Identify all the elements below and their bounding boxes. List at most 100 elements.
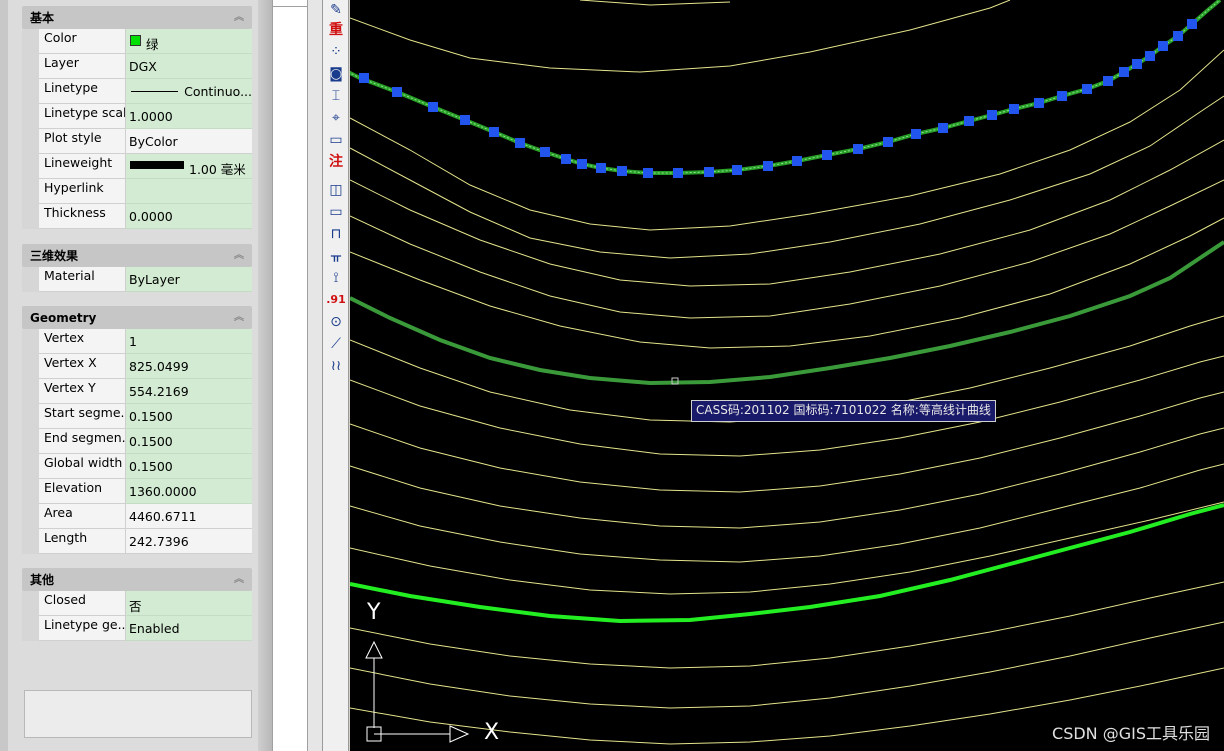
zhu-annotation-icon[interactable]: 注 — [325, 152, 347, 172]
vertex-grip[interactable] — [763, 161, 773, 171]
vertex-grip[interactable] — [987, 110, 997, 120]
hover-contour[interactable] — [350, 240, 1224, 386]
vertex-grip[interactable] — [732, 165, 742, 175]
vertex-grip[interactable] — [911, 129, 921, 139]
collapse-chevron-icon[interactable]: ︽ — [234, 12, 244, 23]
vertex-grip[interactable] — [853, 144, 863, 154]
pen-edit-icon[interactable]: ✎ — [325, 0, 347, 20]
property-row[interactable]: Global width 0.1500 — [22, 454, 252, 479]
property-row[interactable]: Linetype Continuo... — [22, 79, 252, 104]
section-header[interactable]: 其他 ︽ — [22, 568, 252, 591]
property-value[interactable]: 0.1500 — [126, 429, 252, 454]
vertex-grip[interactable] — [704, 167, 714, 177]
property-value[interactable]: 242.7396 — [126, 529, 252, 554]
circle-point-icon[interactable]: ⊙ — [325, 312, 347, 332]
vertex-grip[interactable] — [359, 73, 369, 83]
wave-lines-icon[interactable]: ≀≀ — [325, 356, 347, 376]
property-row[interactable]: End segmen... 0.1500 — [22, 429, 252, 454]
collapse-chevron-icon[interactable]: ︽ — [234, 312, 244, 323]
vertex-grip[interactable] — [489, 127, 499, 137]
vertex-grip[interactable] — [617, 166, 627, 176]
property-value[interactable]: ByColor — [126, 129, 252, 154]
property-row[interactable]: Length 242.7396 — [22, 529, 252, 554]
property-value[interactable] — [126, 179, 252, 204]
property-value[interactable]: 0.1500 — [126, 404, 252, 429]
property-row[interactable]: Elevation 1360.0000 — [22, 479, 252, 504]
property-row[interactable]: Linetype ge... Enabled — [22, 616, 252, 641]
property-row[interactable]: Vertex 1 — [22, 329, 252, 354]
property-value[interactable]: ByLayer — [126, 267, 252, 292]
dimension-icon[interactable]: ⌶ — [325, 86, 347, 106]
section-header[interactable]: Geometry ︽ — [22, 306, 252, 329]
property-value[interactable]: Continuo... — [126, 79, 252, 104]
vertex-grip[interactable] — [964, 116, 974, 126]
collapse-chevron-icon[interactable]: ︽ — [234, 574, 244, 585]
property-row[interactable]: Vertex Y 554.2169 — [22, 379, 252, 404]
section-header[interactable]: 基本 ︽ — [22, 6, 252, 29]
vertex-grip[interactable] — [938, 123, 948, 133]
property-value[interactable]: 1.0000 — [126, 104, 252, 129]
vertex-grip[interactable] — [515, 138, 525, 148]
property-row[interactable]: Color 绿 — [22, 29, 252, 54]
vertex-grip[interactable] — [392, 87, 402, 97]
property-value[interactable]: 0.1500 — [126, 454, 252, 479]
vertex-grip[interactable] — [792, 156, 802, 166]
property-value[interactable]: 1 — [126, 329, 252, 354]
bridge-icon[interactable]: ⊓ — [325, 224, 347, 244]
route-icon[interactable]: ⟟ — [325, 268, 347, 288]
property-value[interactable]: 825.0499 — [126, 354, 252, 379]
vertex-grip[interactable] — [673, 168, 683, 178]
palette-resize-edge[interactable] — [258, 0, 272, 751]
property-value[interactable]: Enabled — [126, 616, 252, 641]
property-row[interactable]: Vertex X 825.0499 — [22, 354, 252, 379]
ruler-icon[interactable]: ▭ — [325, 130, 347, 150]
section-header[interactable]: 三维效果 ︽ — [22, 244, 252, 267]
layer-view-icon[interactable]: ◙ — [325, 64, 347, 84]
property-row[interactable]: Material ByLayer — [22, 267, 252, 292]
zhong-text-icon[interactable]: 重 — [325, 20, 347, 40]
property-value[interactable]: 否 — [126, 591, 252, 616]
property-value[interactable]: DGX — [126, 54, 252, 79]
property-value[interactable]: 1360.0000 — [126, 479, 252, 504]
grid-points-icon[interactable]: ⁘ — [325, 42, 347, 62]
property-value[interactable]: 4460.6711 — [126, 504, 252, 529]
property-row[interactable]: Hyperlink — [22, 179, 252, 204]
vertex-grip[interactable] — [1009, 104, 1019, 114]
property-row[interactable]: Thickness 0.0000 — [22, 204, 252, 229]
vertex-grip[interactable] — [1145, 51, 1155, 61]
property-value[interactable]: 554.2169 — [126, 379, 252, 404]
measure-icon[interactable]: ⌖ — [325, 108, 347, 128]
property-value[interactable]: 1.00 毫米 — [126, 154, 252, 179]
property-row[interactable]: Linetype scale 1.0000 — [22, 104, 252, 129]
property-value[interactable]: 绿 — [126, 29, 252, 54]
vertex-grip[interactable] — [561, 154, 571, 164]
drawing-canvas[interactable]: Y X CSDN @GIS工具乐园 — [350, 0, 1224, 751]
vertex-grip[interactable] — [540, 147, 550, 157]
vertex-grip[interactable] — [1187, 19, 1197, 29]
vertex-grip[interactable] — [1034, 98, 1044, 108]
polygon-icon[interactable]: ◫ — [325, 180, 347, 200]
vertex-grip[interactable] — [460, 115, 470, 125]
vertex-grip[interactable] — [822, 150, 832, 160]
rectangle-icon[interactable]: ▭ — [325, 202, 347, 222]
vertex-grip[interactable] — [577, 159, 587, 169]
vertex-grip[interactable] — [428, 102, 438, 112]
line-segment-icon[interactable]: ⟋ — [325, 334, 347, 354]
property-row[interactable]: Plot style ByColor — [22, 129, 252, 154]
property-row[interactable]: Area 4460.6711 — [22, 504, 252, 529]
fence-icon[interactable]: ᚂ — [325, 246, 347, 266]
property-row[interactable]: Lineweight 1.00 毫米 — [22, 154, 252, 179]
vertex-grip[interactable] — [1119, 67, 1129, 77]
property-row[interactable]: Start segme... 0.1500 — [22, 404, 252, 429]
vertex-grip[interactable] — [596, 163, 606, 173]
vertex-grip[interactable] — [1103, 76, 1113, 86]
property-value[interactable]: 0.0000 — [126, 204, 252, 229]
collapse-chevron-icon[interactable]: ︽ — [234, 250, 244, 261]
vertex-grip[interactable] — [1057, 91, 1067, 101]
elevation-point-icon[interactable]: .91 — [325, 290, 347, 310]
vertex-grip[interactable] — [643, 168, 653, 178]
property-row[interactable]: Layer DGX — [22, 54, 252, 79]
vertex-grip[interactable] — [883, 137, 893, 147]
property-row[interactable]: Closed 否 — [22, 591, 252, 616]
vertex-grip[interactable] — [1132, 59, 1142, 69]
